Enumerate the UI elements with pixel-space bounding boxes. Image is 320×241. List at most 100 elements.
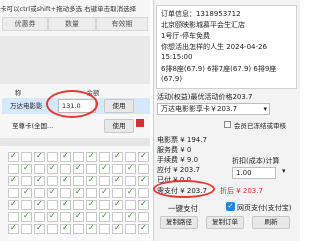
header-coupon[interactable]: 优惠券 [2, 17, 48, 31]
seat-cell[interactable] [86, 223, 97, 234]
seat-cell[interactable] [73, 211, 84, 222]
seat-cell[interactable] [34, 175, 45, 186]
seat-cell[interactable] [60, 223, 71, 234]
activity-select[interactable]: 万达电影影享卡￥203.7 ▾ [157, 103, 270, 115]
seat-cell[interactable] [21, 187, 32, 198]
seat-cell[interactable] [8, 151, 19, 162]
seat-cell[interactable] [138, 175, 149, 186]
seat-cell[interactable] [47, 224, 58, 234]
seat-cell[interactable] [73, 176, 84, 186]
seat-cell[interactable] [112, 223, 123, 234]
seat-cell[interactable] [21, 211, 32, 222]
seat-cell[interactable] [34, 188, 45, 198]
seat-cell[interactable] [138, 151, 149, 162]
seat-cell[interactable] [8, 188, 19, 198]
seat-cell[interactable] [99, 176, 110, 186]
seat-cell[interactable] [86, 175, 97, 186]
seat-cell[interactable] [112, 212, 123, 222]
seat-cell[interactable] [112, 151, 123, 162]
seat-cell[interactable] [99, 152, 110, 162]
one-click-pay-button[interactable]: 一键支付 [168, 203, 198, 214]
seat-cell[interactable] [60, 199, 71, 210]
refresh-button[interactable]: 刷新 [252, 216, 290, 229]
seat-grid[interactable] [8, 150, 150, 240]
seat-cell[interactable] [125, 152, 136, 162]
seat-cell[interactable] [47, 176, 58, 186]
use-button[interactable]: 使用 [104, 99, 134, 113]
seat-cell[interactable] [34, 212, 45, 222]
seat-cell[interactable] [47, 211, 58, 222]
seat-cell[interactable] [125, 187, 136, 198]
seat-cell[interactable] [86, 199, 97, 210]
discount-input[interactable]: 1.00 [232, 167, 276, 179]
seat-cell[interactable] [112, 188, 123, 198]
seat-cell[interactable] [112, 199, 123, 210]
seat-cell[interactable] [60, 175, 71, 186]
seat-cell[interactable] [125, 163, 136, 174]
seat-cell[interactable] [73, 200, 84, 210]
seat-cell[interactable] [73, 224, 84, 234]
handling-fee: 手续费 ¥ 9.0 [157, 156, 199, 164]
seat-cell[interactable] [99, 163, 110, 174]
seat-cell[interactable] [21, 224, 32, 234]
seat-cell[interactable] [34, 199, 45, 210]
seat-cell[interactable] [86, 188, 97, 198]
chevron-down-icon[interactable]: ▾ [263, 104, 267, 114]
seat-cell[interactable] [86, 164, 97, 174]
member-checkbox[interactable] [224, 121, 231, 128]
seat-cell[interactable] [8, 175, 19, 186]
seat-cell[interactable] [8, 199, 19, 210]
seat-cell[interactable] [21, 163, 32, 174]
seat-cell[interactable] [138, 199, 149, 210]
seat-cell[interactable] [47, 163, 58, 174]
seat-cell[interactable] [60, 212, 71, 222]
seat-cell[interactable] [99, 211, 110, 222]
seat-cell[interactable] [138, 223, 149, 234]
seat-cell[interactable] [125, 211, 136, 222]
seat-cell[interactable] [47, 200, 58, 210]
seat-cell[interactable] [34, 151, 45, 162]
seat-cell[interactable] [138, 212, 149, 222]
service-fee: 服务费 ¥ 0 [157, 146, 192, 154]
discount-value: 1.00 [236, 169, 252, 177]
seat-cell[interactable] [47, 187, 58, 198]
header-quantity[interactable]: 数量 [48, 17, 96, 31]
seat-cell[interactable] [34, 164, 45, 174]
seat-cell[interactable] [125, 224, 136, 234]
copy-path-button[interactable]: 复制路径 [160, 216, 198, 229]
seat-cell[interactable] [86, 212, 97, 222]
header-validity[interactable]: 有效期 [96, 17, 148, 31]
scrollbar[interactable] [0, 138, 150, 146]
seat-cell[interactable] [21, 152, 32, 162]
seat-cell[interactable] [47, 152, 58, 162]
seat-cell[interactable] [112, 164, 123, 174]
use-button[interactable]: 使用 [104, 119, 134, 133]
seat-cell[interactable] [8, 212, 19, 222]
seat-cell[interactable] [34, 223, 45, 234]
order-info-box: 订单信息：1318953712 北京颐映影城慕平会生汇店 1号厅-停车免费 你想… [156, 5, 297, 89]
seat-cell[interactable] [21, 200, 32, 210]
check-icon[interactable]: ✓ [226, 202, 235, 211]
seat-cell[interactable] [99, 224, 110, 234]
seat-cell[interactable] [99, 200, 110, 210]
seat-cell[interactable] [125, 176, 136, 186]
member-check-label: 会员已冻结或审核 [234, 122, 286, 130]
seat-cell[interactable] [21, 176, 32, 186]
chevron-down-icon[interactable]: ▾ [282, 167, 286, 175]
seat-cell[interactable] [138, 164, 149, 174]
seat-cell[interactable] [99, 187, 110, 198]
seat-cell[interactable] [60, 164, 71, 174]
copy-order-button[interactable]: 复制订单 [206, 216, 244, 229]
seat-cell[interactable] [73, 152, 84, 162]
seat-cell[interactable] [8, 164, 19, 174]
seat-cell[interactable] [73, 163, 84, 174]
discount-price: 折后 ¥ 203.7 [220, 187, 263, 195]
seat-cell[interactable] [73, 187, 84, 198]
seat-cell[interactable] [138, 188, 149, 198]
seat-cell[interactable] [112, 175, 123, 186]
seat-cell[interactable] [60, 151, 71, 162]
seat-cell[interactable] [60, 188, 71, 198]
seat-cell[interactable] [8, 223, 19, 234]
seat-cell[interactable] [86, 151, 97, 162]
seat-cell[interactable] [125, 200, 136, 210]
